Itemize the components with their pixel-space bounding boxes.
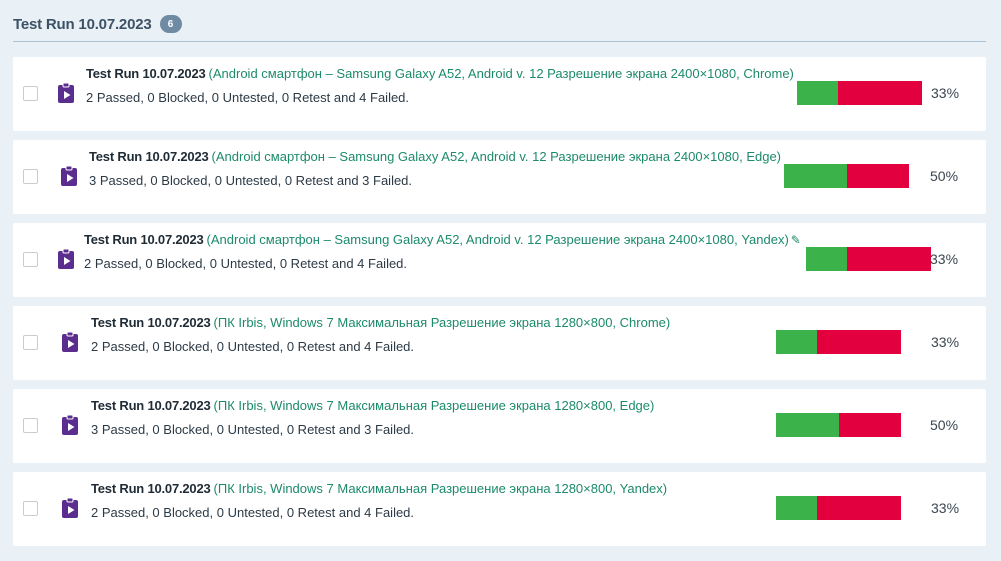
run-stats: 2 Passed, 0 Blocked, 0 Untested, 0 Retes… [84,256,408,271]
run-title: Test Run 10.07.2023 (Android смартфон – S… [89,149,781,164]
run-name-link[interactable]: Test Run 10.07.2023 [91,398,211,413]
run-title: Test Run 10.07.2023 (ПК Irbis, Windows 7 … [91,481,667,496]
test-run-row[interactable]: Test Run 10.07.2023 (Android смартфон – S… [13,140,986,214]
progress-bar [776,330,901,354]
run-stats: 3 Passed, 0 Blocked, 0 Untested, 0 Retes… [91,422,415,437]
test-run-row[interactable]: Test Run 10.07.2023 (Android смартфон – S… [13,223,986,297]
run-title: Test Run 10.07.2023 (ПК Irbis, Windows 7 … [91,315,670,330]
progress-passed [776,330,818,354]
test-run-row[interactable]: Test Run 10.07.2023 (Android смартфон – S… [13,57,986,131]
run-name-link[interactable]: Test Run 10.07.2023 [84,232,204,247]
run-stats: 2 Passed, 0 Blocked, 0 Untested, 0 Retes… [91,339,415,354]
pencil-icon[interactable]: ✎ [791,233,801,247]
progress-failed [817,330,901,354]
row-checkbox[interactable] [23,86,38,101]
progress-failed [847,247,931,271]
progress-passed [776,496,818,520]
clipboard-play-icon[interactable] [61,497,79,519]
run-name-link[interactable]: Test Run 10.07.2023 [89,149,209,164]
header-divider [13,41,986,42]
row-checkbox[interactable] [23,335,38,350]
row-checkbox[interactable] [23,252,38,267]
progress-failed [817,496,901,520]
progress-percent: 33% [931,500,960,516]
progress-percent: 33% [931,334,960,350]
progress-percent: 50% [930,417,959,433]
clipboard-play-icon[interactable] [60,165,78,187]
progress-percent: 33% [931,85,960,101]
run-name-link[interactable]: Test Run 10.07.2023 [91,481,211,496]
run-config: (ПК Irbis, Windows 7 Максимальная Разреш… [213,481,668,496]
clipboard-play-icon[interactable] [61,331,79,353]
progress-percent: 50% [930,168,959,184]
run-title: Test Run 10.07.2023 (Android смартфон – S… [84,232,801,247]
progress-passed [797,81,839,105]
run-stats: 2 Passed, 0 Blocked, 0 Untested, 0 Retes… [91,505,415,520]
progress-passed [784,164,847,188]
test-run-list: Test Run 10.07.2023 (Android смартфон – S… [13,57,986,555]
test-run-row[interactable]: Test Run 10.07.2023 (ПК Irbis, Windows 7 … [13,306,986,380]
run-config: (Android смартфон – Samsung Galaxy A52, … [206,232,789,247]
progress-failed [838,413,901,437]
test-run-row[interactable]: Test Run 10.07.2023 (ПК Irbis, Windows 7 … [13,472,986,546]
progress-failed [838,81,922,105]
run-name-link[interactable]: Test Run 10.07.2023 [91,315,211,330]
section-title[interactable]: Test Run 10.07.2023 [13,16,152,33]
progress-bar [797,81,922,105]
row-checkbox[interactable] [23,169,38,184]
progress-bar [784,164,909,188]
clipboard-play-icon[interactable] [57,248,75,270]
test-run-row[interactable]: Test Run 10.07.2023 (ПК Irbis, Windows 7 … [13,389,986,463]
run-config: (Android смартфон – Samsung Galaxy A52, … [208,66,794,81]
run-stats: 3 Passed, 0 Blocked, 0 Untested, 0 Retes… [89,173,413,188]
row-checkbox[interactable] [23,418,38,433]
progress-bar [806,247,931,271]
progress-bar [776,413,901,437]
clipboard-play-icon[interactable] [61,414,79,436]
clipboard-play-icon[interactable] [57,82,75,104]
run-config: (ПК Irbis, Windows 7 Максимальная Разреш… [213,398,655,413]
run-config: (Android смартфон – Samsung Galaxy A52, … [211,149,782,164]
section-header: Test Run 10.07.2023 6 [13,13,182,35]
run-stats: 2 Passed, 0 Blocked, 0 Untested, 0 Retes… [86,90,410,105]
progress-failed [846,164,909,188]
progress-bar [776,496,901,520]
run-name-link[interactable]: Test Run 10.07.2023 [86,66,206,81]
run-title: Test Run 10.07.2023 (Android смартфон – S… [86,66,794,81]
run-count-badge: 6 [159,15,182,33]
progress-passed [806,247,848,271]
progress-percent: 33% [930,251,959,267]
row-checkbox[interactable] [23,501,38,516]
run-title: Test Run 10.07.2023 (ПК Irbis, Windows 7 … [91,398,654,413]
run-config: (ПК Irbis, Windows 7 Максимальная Разреш… [213,315,671,330]
progress-passed [776,413,839,437]
